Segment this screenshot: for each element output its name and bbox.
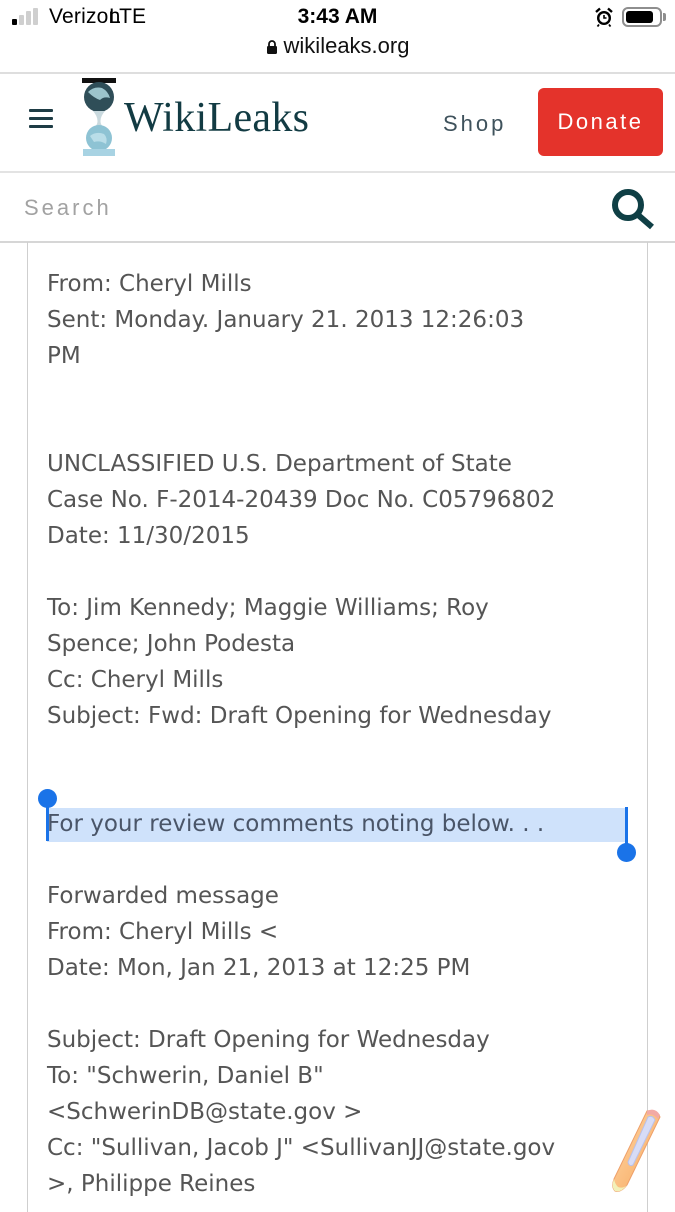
classification-header: UNCLASSIFIED U.S. Department of State: [47, 451, 512, 477]
case-number: Case No. F-2014-20439 Doc No. C05796802: [47, 487, 556, 513]
status-time: 3:43 AM: [297, 5, 378, 28]
search-input[interactable]: [0, 173, 590, 242]
forwarded-to: To: "Schwerin, Daniel B": [47, 1063, 324, 1089]
forwarded-header: Forwarded message: [47, 883, 279, 909]
email-subject: Subject: Fwd: Draft Opening for Wednesda…: [47, 703, 552, 729]
release-date: Date: 11/30/2015: [47, 523, 250, 549]
forwarded-from: From: Cheryl Mills <: [47, 919, 279, 945]
email-to-continued: Spence; John Podesta: [47, 631, 296, 657]
status-bar: Verizon LTE 3:43 AM: [0, 0, 675, 36]
hamburger-menu-icon[interactable]: [29, 109, 53, 129]
email-sent-continued: PM: [47, 343, 81, 369]
lock-icon: [266, 40, 277, 54]
email-document: From: Cheryl Mills Sent: Monday. January…: [38, 266, 637, 1202]
battery-tip: [663, 13, 666, 21]
url-text: wikileaks.org: [283, 33, 410, 58]
email-sent: Sent: Monday. January 21. 2013 12:26:03: [47, 307, 525, 333]
forwarded-cc: Cc: "Sullivan, Jacob J" <SullivanJJ@stat…: [47, 1135, 556, 1161]
address-bar[interactable]: wikileaks.org: [0, 33, 675, 59]
site-logo-text[interactable]: WikiLeaks: [124, 94, 309, 142]
forwarded-subject: Subject: Draft Opening for Wednesday: [47, 1027, 490, 1053]
forwarded-cc-continued: >, Philippe Reines: [47, 1171, 256, 1197]
battery-icon: [622, 7, 662, 27]
search-bar: [0, 173, 675, 242]
battery-level: [626, 11, 654, 23]
forwarded-date: Date: Mon, Jan 21, 2013 at 12:25 PM: [47, 955, 471, 981]
wikileaks-hourglass-logo[interactable]: [80, 78, 118, 156]
markup-pencil-icon[interactable]: [603, 1105, 665, 1200]
forwarded-to-email: <SchwerinDB@state.gov >: [47, 1099, 363, 1125]
selection-end-handle[interactable]: [617, 807, 636, 867]
search-button[interactable]: [608, 187, 658, 231]
email-cc: Cc: Cheryl Mills: [47, 667, 224, 693]
shop-link[interactable]: Shop: [443, 111, 506, 137]
donate-button[interactable]: Donate: [538, 88, 663, 156]
search-icon: [612, 189, 654, 230]
alarm-clock-icon: [595, 7, 613, 27]
email-from: From: Cheryl Mills: [47, 271, 252, 297]
email-to: To: Jim Kennedy; Maggie Williams; Roy: [47, 595, 489, 621]
selected-text[interactable]: For your review comments noting below. .…: [47, 811, 544, 837]
site-header: WikiLeaks Shop Donate: [0, 74, 675, 172]
selected-text-line[interactable]: For your review comments noting below. .…: [38, 789, 637, 862]
